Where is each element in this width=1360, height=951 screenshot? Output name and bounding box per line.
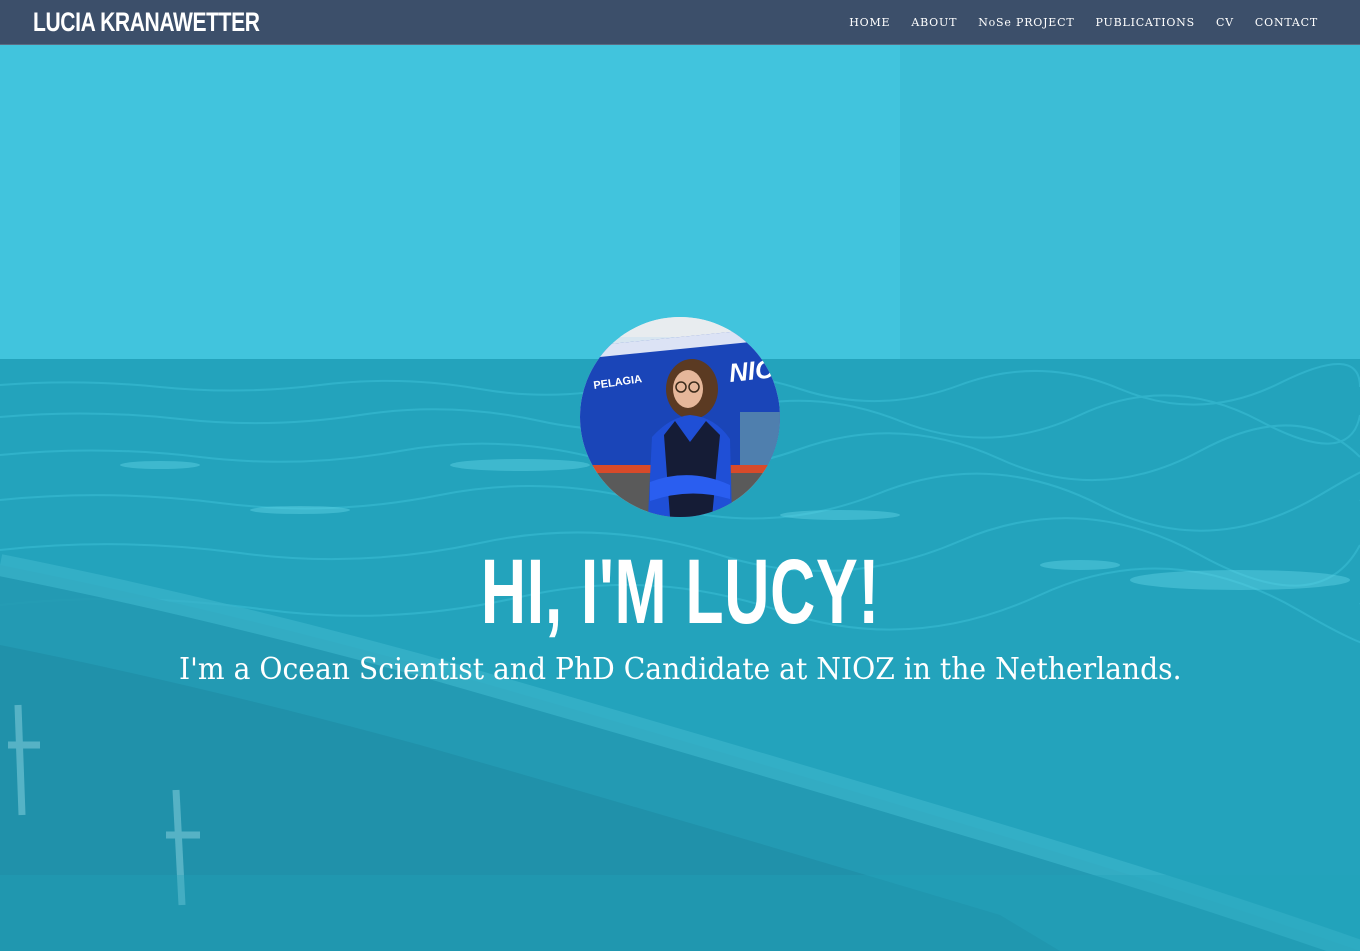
nav-link-nose-project[interactable]: NoSe PROJECT [978, 16, 1074, 29]
site-brand-link[interactable]: LUCIA KRANAWETTER [33, 6, 260, 38]
avatar-photo-image: PELAGIA NIO [580, 317, 780, 517]
nav-menu: HOME ABOUT NoSe PROJECT PUBLICATIONS CV … [828, 0, 1318, 44]
profile-avatar: PELAGIA NIO [580, 317, 780, 517]
hero-headline-text: HI, I'M LUCY! [480, 541, 880, 643]
nav-link-publications[interactable]: PUBLICATIONS [1096, 16, 1195, 29]
hero-subheadline-text: I'm a Ocean Scientist and PhD Candidate … [178, 652, 1182, 687]
top-navbar: LUCIA KRANAWETTER HOME ABOUT NoSe PROJEC… [0, 0, 1360, 45]
nav-link-contact[interactable]: CONTACT [1255, 16, 1318, 29]
nav-link-cv[interactable]: CV [1216, 16, 1234, 29]
nav-link-about[interactable]: ABOUT [911, 16, 957, 29]
hero-headline: HI, I'M LUCY! [0, 540, 1360, 644]
hero-subheadline: I'm a Ocean Scientist and PhD Candidate … [0, 650, 1360, 690]
nav-link-home[interactable]: HOME [849, 16, 890, 29]
